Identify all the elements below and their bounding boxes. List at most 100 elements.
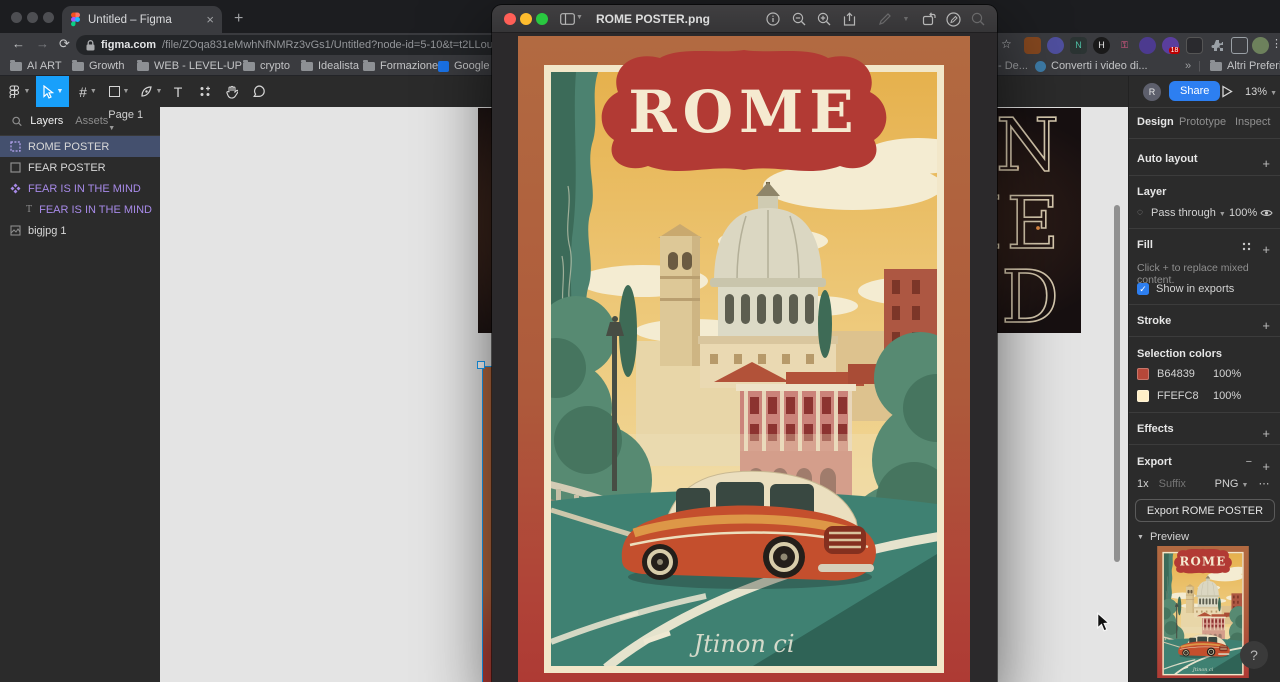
tab-layers[interactable]: Layers [30, 115, 63, 127]
bookmark-folder[interactable]: AI ART [10, 60, 62, 72]
color-swatch-red[interactable] [1137, 368, 1149, 380]
canvas-scrollbar[interactable] [1114, 205, 1120, 562]
window-minimize-button[interactable] [520, 13, 532, 25]
tab-inspect[interactable]: Inspect [1235, 116, 1270, 128]
styles-icon[interactable] [1242, 242, 1251, 251]
n-extension-icon[interactable]: N [1070, 37, 1087, 54]
selection-color-row[interactable]: FFEFC8 100% [1137, 390, 1241, 402]
checkbox-checked[interactable]: ✓ [1137, 283, 1149, 295]
browser-tab[interactable]: Untitled – Figma × [62, 6, 222, 33]
layer-row-bigjpg[interactable]: bigjpg 1 [0, 220, 160, 241]
back-icon[interactable]: ← [12, 36, 25, 51]
preview-title-bar[interactable]: ▼ ROME POSTER.png ▼ [492, 5, 997, 33]
bookmark-folder[interactable]: Growth [72, 60, 124, 72]
bookmark-item-partial[interactable]: - De... [998, 60, 1028, 72]
search-icon[interactable] [969, 10, 987, 28]
badge-extension-icon[interactable]: 18 [1162, 37, 1179, 54]
export-format-selector[interactable]: PNG ▼ [1215, 478, 1249, 490]
rotate-icon[interactable] [920, 10, 938, 28]
share-button[interactable]: Share [1169, 81, 1220, 101]
figma-main-menu[interactable]: ▼ [4, 76, 34, 107]
forward-icon[interactable]: → [36, 36, 49, 51]
chevron-down-icon[interactable]: ▼ [576, 14, 583, 21]
layer-row-rome-poster[interactable]: ROME POSTER [0, 136, 160, 157]
bookmark-folder[interactable]: Altri Preferiti [1210, 60, 1280, 72]
color-swatch-cream[interactable] [1137, 390, 1149, 402]
add-fill-button[interactable]: + [1262, 242, 1270, 257]
export-rome-poster-button[interactable]: Export ROME POSTER [1135, 499, 1275, 522]
purple-extension-icon[interactable] [1047, 37, 1064, 54]
layer-row-fear-poster[interactable]: FEAR POSTER [0, 157, 160, 178]
remove-export-button[interactable]: − [1246, 456, 1252, 468]
add-stroke-button[interactable]: + [1262, 318, 1270, 333]
frame-tool[interactable]: #▼ [73, 76, 103, 107]
blend-mode-icon[interactable]: ◌ [1137, 207, 1143, 218]
preview-app-window[interactable]: ▼ ROME POSTER.png ▼ [492, 5, 997, 682]
export-more-icon[interactable]: ⋯ [1258, 477, 1269, 490]
user-avatar[interactable]: R [1143, 83, 1161, 101]
tab-assets[interactable]: Assets [75, 115, 108, 127]
key-extension-icon[interactable]: ⚿ [1116, 37, 1133, 54]
bookmark-star-icon[interactable]: ☆ [1001, 37, 1012, 51]
new-tab-button[interactable]: + [234, 10, 243, 28]
bookmark-folder[interactable]: crypto [243, 60, 290, 72]
bookmarks-overflow-icon[interactable]: » [1185, 60, 1191, 72]
sidebar-toggle-icon[interactable] [558, 10, 576, 28]
pen-tool[interactable]: ▼ [136, 76, 166, 107]
present-icon[interactable] [1221, 85, 1233, 98]
page-selector[interactable]: Page 1 ▼ [108, 109, 150, 133]
shape-tool[interactable]: ▼ [104, 76, 134, 107]
layer-row-fear-component[interactable]: FEAR IS IN THE MIND [0, 178, 160, 199]
window-minimize-button[interactable] [27, 12, 38, 23]
reload-icon[interactable]: ⟳ [59, 36, 70, 52]
search-icon[interactable] [12, 116, 22, 127]
resources-tool[interactable] [192, 76, 218, 107]
profile-avatar[interactable] [1252, 37, 1269, 54]
export-suffix-input[interactable] [1159, 478, 1205, 490]
window-close-button[interactable] [504, 13, 516, 25]
bookmark-folder[interactable]: Formazione [363, 60, 438, 72]
blend-mode-selector[interactable]: Pass through ▼ [1151, 207, 1226, 219]
selection-handle[interactable] [477, 361, 485, 369]
show-in-exports-row[interactable]: ✓ Show in exports [1137, 283, 1234, 295]
selection-color-row[interactable]: B64839 100% [1137, 368, 1241, 380]
zoom-out-icon[interactable] [790, 10, 808, 28]
h-extension-icon[interactable]: H [1093, 37, 1110, 54]
share-icon[interactable] [840, 10, 858, 28]
add-export-button[interactable]: + [1262, 459, 1270, 474]
bookmark-folder[interactable]: Idealista [301, 60, 359, 72]
move-tool[interactable]: ▼ [36, 76, 69, 107]
info-icon[interactable] [764, 10, 782, 28]
zoom-in-icon[interactable] [815, 10, 833, 28]
tab-close-icon[interactable]: × [206, 13, 214, 26]
striped-extension-icon[interactable] [1186, 37, 1203, 54]
chevron-down-icon[interactable]: ▼ [897, 10, 915, 28]
swirl-extension-icon[interactable] [1139, 37, 1156, 54]
text-tool[interactable]: T [166, 76, 190, 107]
visibility-eye-icon[interactable] [1260, 208, 1273, 218]
add-auto-layout-button[interactable]: + [1262, 156, 1270, 171]
add-effect-button[interactable]: + [1262, 426, 1270, 441]
tab-prototype[interactable]: Prototype [1179, 116, 1226, 128]
window-close-button[interactable] [11, 12, 22, 23]
comment-tool[interactable] [246, 76, 272, 107]
window-zoom-button[interactable] [536, 13, 548, 25]
sidebar-toggle-icon[interactable] [1231, 37, 1248, 54]
zoom-level-selector[interactable]: 13% ▼ [1245, 86, 1277, 98]
preview-section-header[interactable]: ▼ Preview [1137, 531, 1189, 543]
mouse-cursor [1096, 612, 1110, 632]
help-button[interactable]: ? [1240, 641, 1268, 669]
layer-opacity[interactable]: 100% [1229, 207, 1257, 219]
hand-tool[interactable] [218, 76, 244, 107]
layer-row-fear-text[interactable]: T FEAR IS IN THE MIND [0, 199, 160, 220]
export-scale[interactable]: 1x [1137, 478, 1149, 490]
markup-pen-icon[interactable] [876, 10, 894, 28]
metamask-extension-icon[interactable] [1024, 37, 1041, 54]
kebab-menu-icon[interactable]: ⋮ [1271, 37, 1280, 50]
window-zoom-button[interactable] [43, 12, 54, 23]
markup-toolbar-icon[interactable] [944, 10, 962, 28]
tab-design[interactable]: Design [1137, 116, 1174, 128]
bookmark-item[interactable]: Converti i video di... [1035, 60, 1148, 72]
extensions-puzzle-icon[interactable] [1209, 37, 1226, 54]
bookmark-folder[interactable]: WEB - LEVEL-UP [137, 60, 242, 72]
